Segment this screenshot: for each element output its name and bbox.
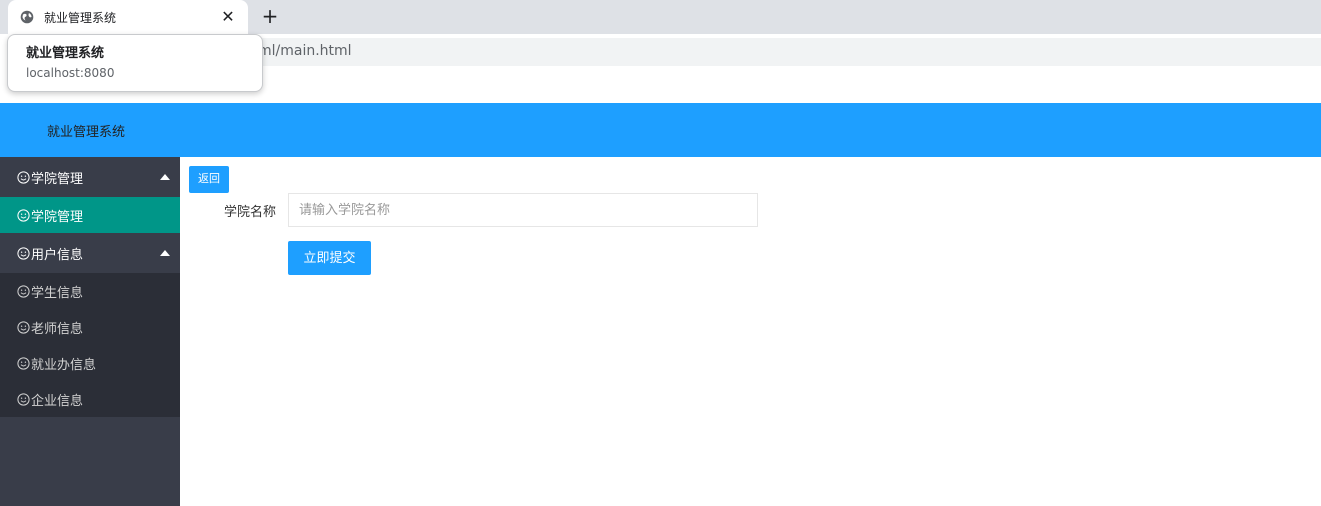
sidebar-item-student-info[interactable]: 学生信息 bbox=[0, 273, 180, 309]
smile-icon bbox=[17, 392, 30, 406]
smile-icon bbox=[17, 246, 30, 260]
sidebar-item-enterprise-info[interactable]: 企业信息 bbox=[0, 381, 180, 417]
sidebar-item-label: 就业办信息 bbox=[31, 357, 97, 373]
sidebar-group-label: 学院管理 bbox=[31, 171, 84, 187]
smile-icon bbox=[17, 356, 30, 370]
new-tab-button[interactable]: + bbox=[260, 4, 280, 28]
address-bar[interactable]: ml/main.html bbox=[100, 38, 1321, 66]
sidebar-item-college-management[interactable]: 学院管理 bbox=[0, 197, 180, 233]
back-button[interactable]: 返回 bbox=[189, 166, 229, 193]
sidebar-item-label: 老师信息 bbox=[31, 321, 84, 337]
caret-up-icon bbox=[160, 174, 170, 180]
submit-button[interactable]: 立即提交 bbox=[288, 241, 371, 275]
smile-icon bbox=[17, 320, 30, 334]
sidebar-item-employment-office-info[interactable]: 就业办信息 bbox=[0, 345, 180, 381]
main-content: 返回 学院名称 立即提交 bbox=[180, 157, 1321, 506]
close-tab-icon[interactable]: ✕ bbox=[220, 9, 236, 25]
tab-hover-card: 就业管理系统 localhost:8080 bbox=[7, 34, 263, 92]
browser-tab[interactable]: 就业管理系统 ✕ bbox=[8, 0, 248, 34]
sidebar-item-label: 企业信息 bbox=[31, 393, 84, 409]
app-header: 就业管理系统 bbox=[0, 103, 1321, 157]
app-brand: 就业管理系统 bbox=[47, 125, 126, 140]
sidebar-item-label: 学院管理 bbox=[31, 209, 84, 225]
college-name-label: 学院名称 bbox=[223, 205, 276, 220]
address-bar-url: ml/main.html bbox=[258, 43, 352, 59]
sidebar-item-label: 学生信息 bbox=[31, 285, 84, 301]
browser-tab-strip: 就业管理系统 ✕ + bbox=[0, 0, 1321, 34]
sidebar: 学院管理 学院管理 用户信息 学生信息 老师信息 就业办信息 企业信息 bbox=[0, 157, 180, 506]
college-name-input[interactable] bbox=[288, 193, 758, 227]
caret-up-icon bbox=[160, 250, 170, 256]
sidebar-group-college[interactable]: 学院管理 bbox=[0, 157, 180, 197]
sidebar-group-user-info[interactable]: 用户信息 bbox=[0, 233, 180, 273]
sidebar-item-teacher-info[interactable]: 老师信息 bbox=[0, 309, 180, 345]
smile-icon bbox=[17, 284, 30, 298]
smile-icon bbox=[17, 208, 30, 222]
sidebar-group-label: 用户信息 bbox=[31, 247, 84, 263]
browser-tab-title: 就业管理系统 bbox=[44, 10, 117, 25]
globe-icon bbox=[20, 10, 34, 24]
hover-card-host: localhost:8080 bbox=[26, 66, 115, 80]
smile-icon bbox=[17, 170, 30, 184]
hover-card-title: 就业管理系统 bbox=[26, 46, 105, 61]
